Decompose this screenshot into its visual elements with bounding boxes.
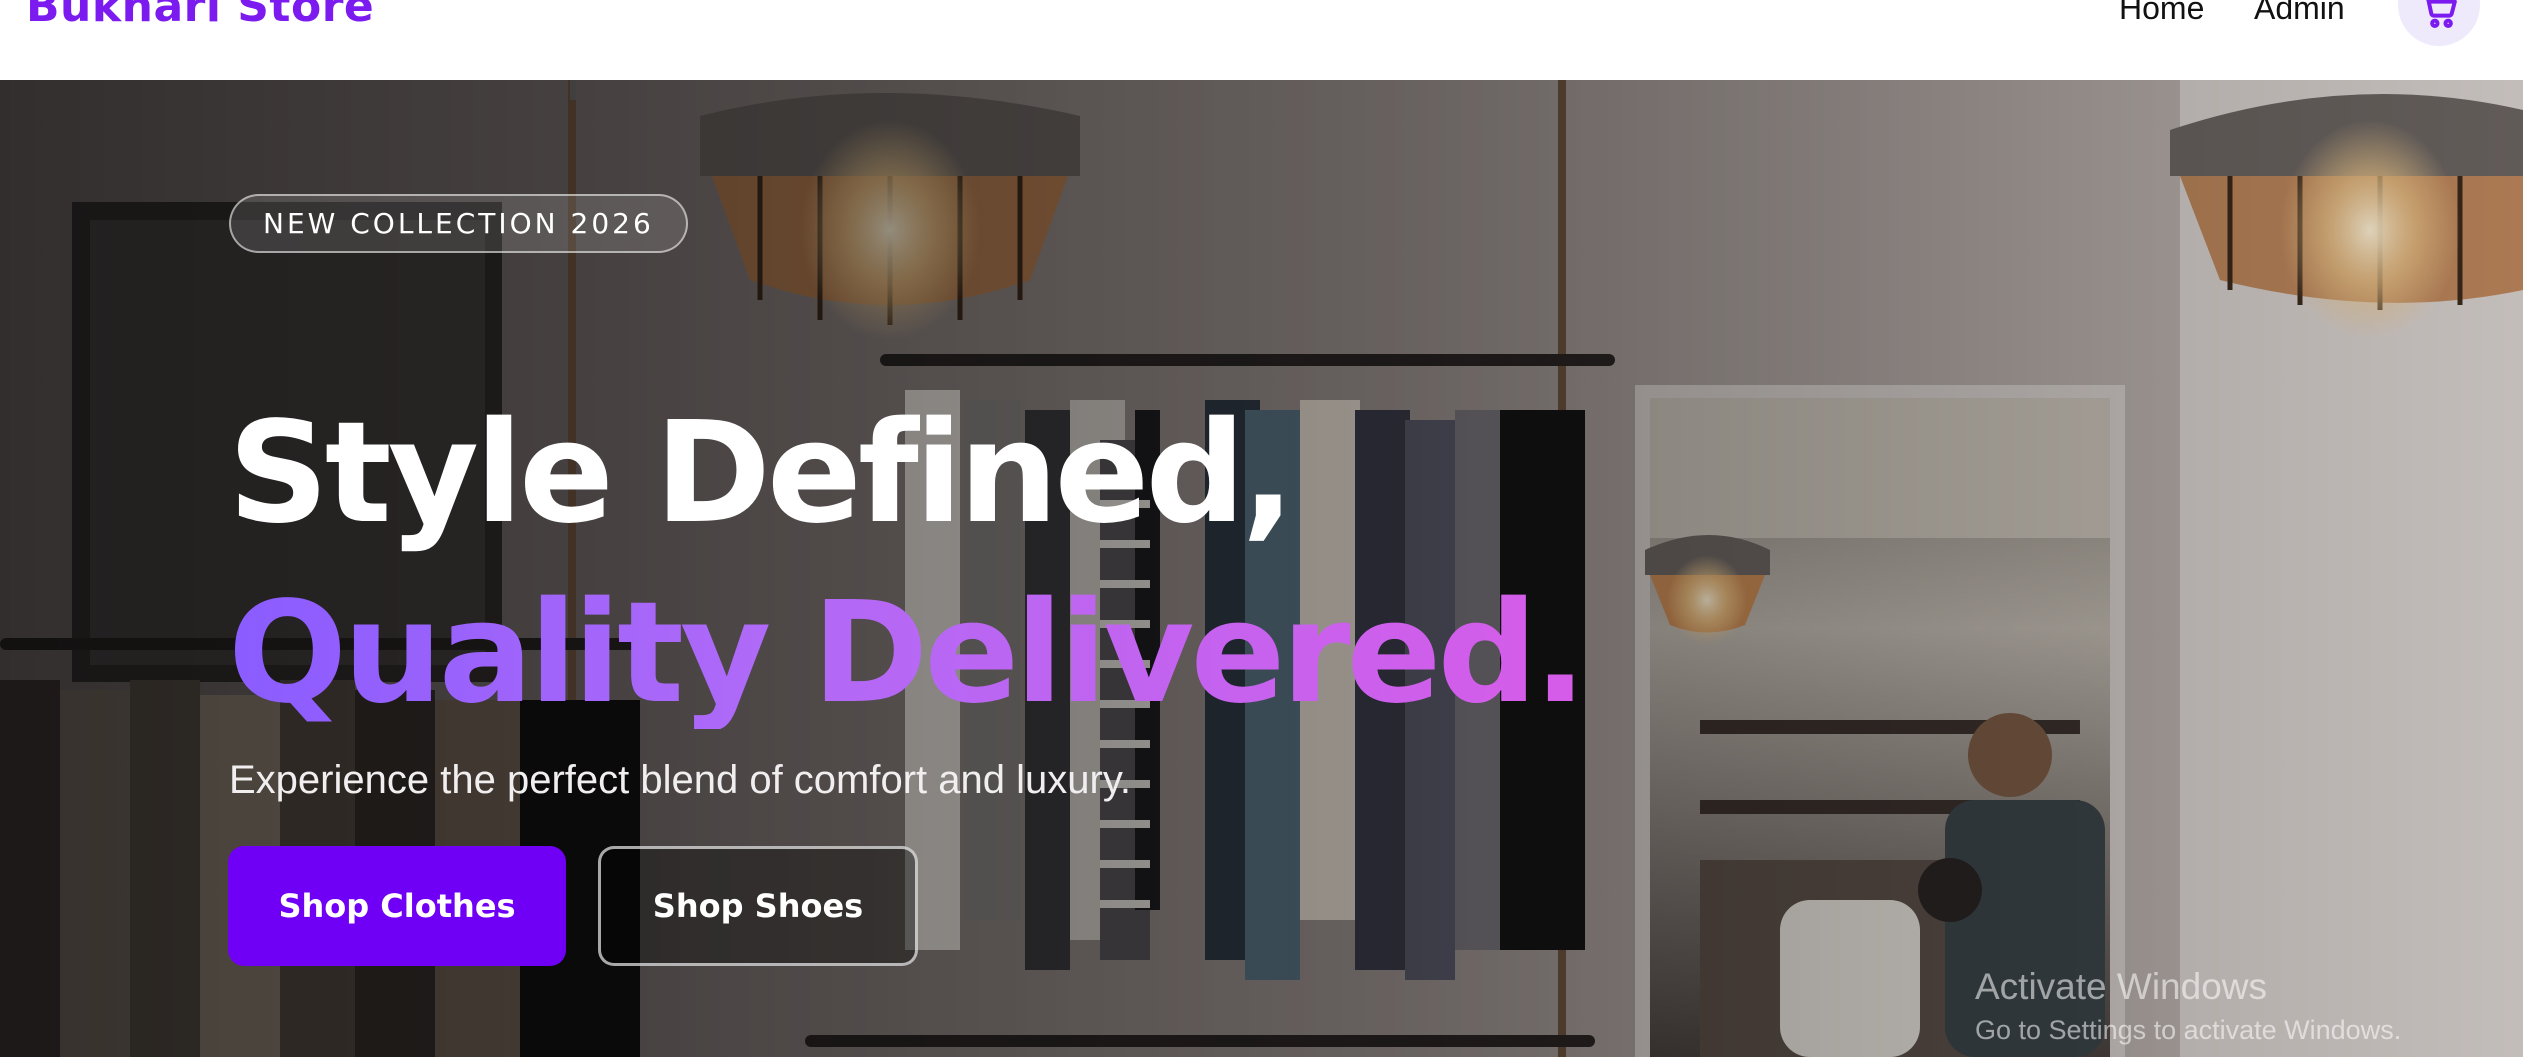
shop-clothes-button[interactable]: Shop Clothes (228, 846, 566, 966)
activate-windows-watermark: Activate Windows Go to Settings to activ… (1975, 965, 2401, 1047)
site-header: Bukhari Store Home Admin (0, 0, 2523, 80)
nav-link-admin[interactable]: Admin (2254, 0, 2345, 28)
brand-logo[interactable]: Bukhari Store (26, 0, 374, 32)
hero-headline-line2: Quality Delivered. (228, 571, 1587, 735)
shop-shoes-button[interactable]: Shop Shoes (598, 846, 918, 966)
hero-subtitle: Experience the perfect blend of comfort … (229, 758, 1131, 802)
cart-button[interactable] (2398, 0, 2480, 46)
new-collection-badge: NEW COLLECTION 2026 (229, 194, 688, 253)
activate-windows-title: Activate Windows (1975, 966, 2267, 1007)
hero-headline-line1: Style Defined, (228, 391, 1295, 555)
activate-windows-subtitle: Go to Settings to activate Windows. (1975, 1015, 2402, 1045)
cart-icon (2426, 0, 2457, 28)
hero-section: NEW COLLECTION 2026 Style Defined, Quali… (0, 80, 2523, 1057)
nav-link-home[interactable]: Home (2119, 0, 2204, 28)
